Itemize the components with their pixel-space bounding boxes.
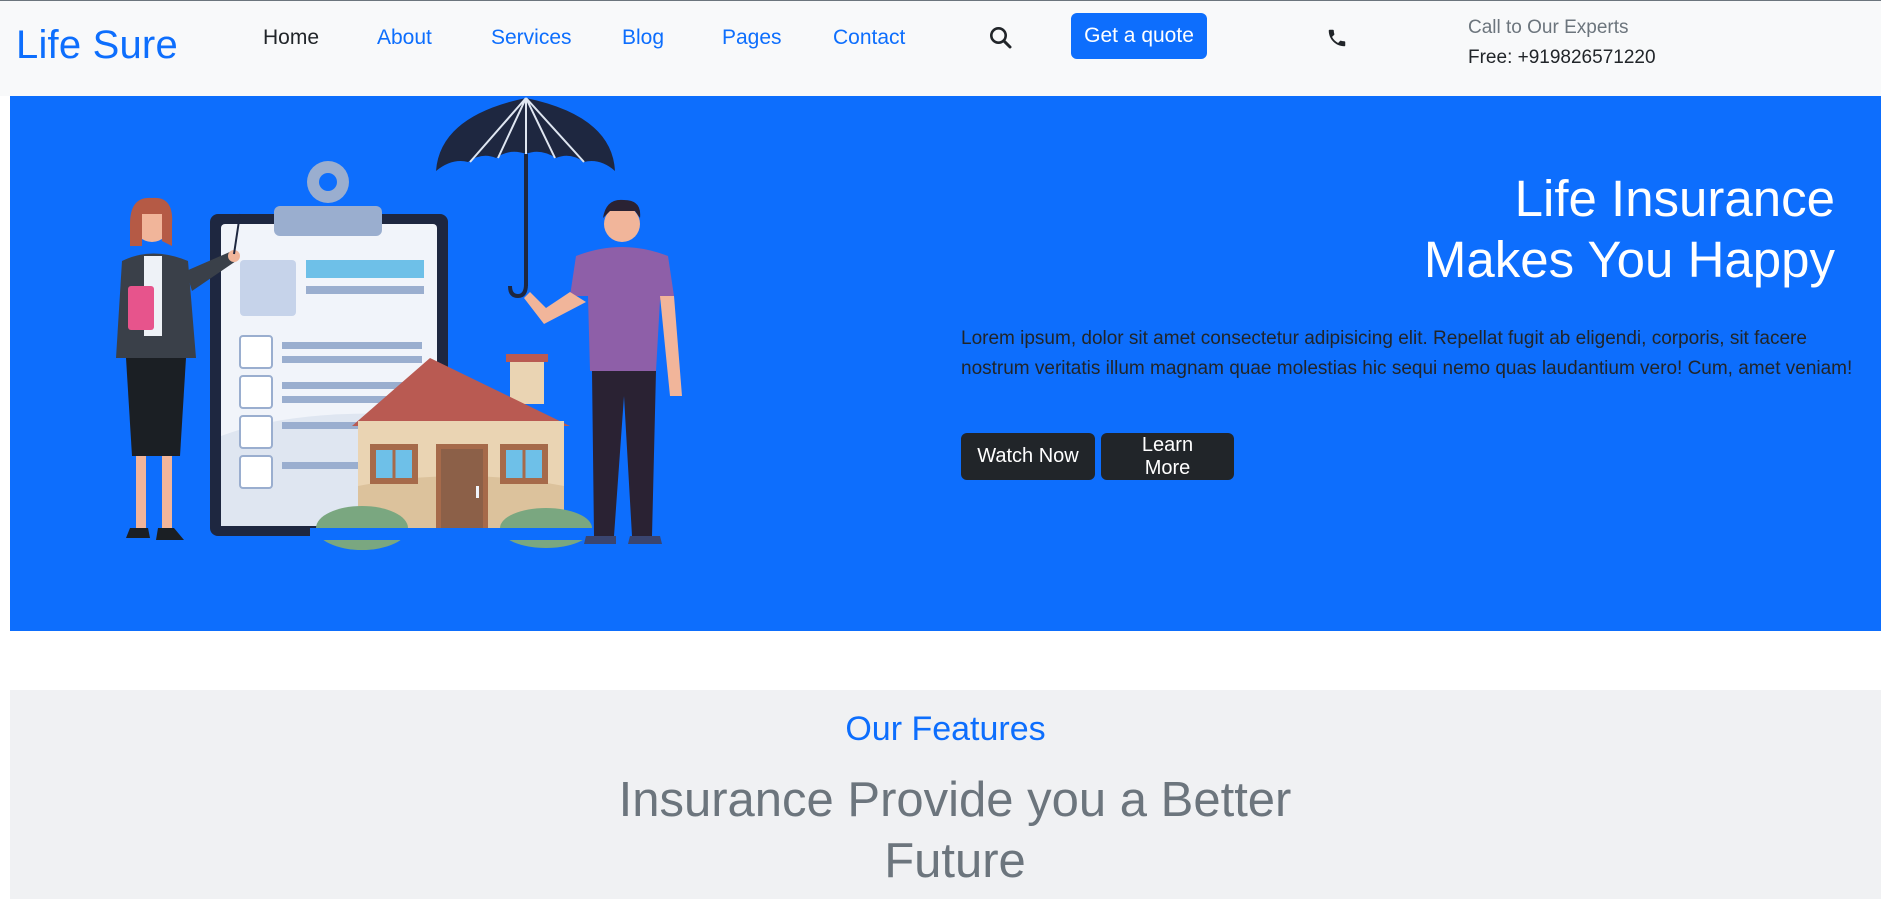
learn-more-button[interactable]: Learn More [1101, 433, 1234, 480]
navbar: Life Sure Home About Services Blog Pages… [0, 0, 1881, 96]
insurance-illustration [116, 97, 682, 550]
search-icon[interactable] [988, 25, 1014, 51]
nav-link-pages[interactable]: Pages [722, 26, 782, 50]
hero-title: Life Insurance Makes You Happy [1135, 168, 1835, 290]
features-title: Insurance Provide you a Better Future [580, 770, 1330, 892]
nav-link-contact[interactable]: Contact [833, 26, 905, 50]
brand-logo[interactable]: Life Sure [16, 23, 178, 68]
hero-title-line2: Makes You Happy [1423, 231, 1835, 288]
call-label: Call to Our Experts [1468, 17, 1629, 38]
hero-title-line1: Life Insurance [1514, 170, 1835, 227]
watch-now-button[interactable]: Watch Now [961, 433, 1095, 480]
hero-text: Lorem ipsum, dolor sit amet consectetur … [961, 328, 1853, 379]
features-subtitle: Our Features [845, 710, 1046, 748]
phone-icon [1326, 27, 1348, 49]
hero-section: Life Insurance Makes You Happy Lorem ips… [10, 96, 1881, 631]
nav-link-about[interactable]: About [377, 26, 432, 50]
features-section: Our Features Insurance Provide you a Bet… [10, 690, 1881, 899]
nav-link-home[interactable]: Home [263, 26, 319, 50]
nav-link-blog[interactable]: Blog [622, 26, 664, 50]
features-title-line2: Future [884, 834, 1026, 888]
features-title-line1: Insurance Provide you a Better [618, 773, 1292, 827]
call-number: Free: +919826571220 [1468, 47, 1656, 68]
nav-link-services[interactable]: Services [491, 26, 572, 50]
get-a-quote-button[interactable]: Get a quote [1071, 13, 1207, 59]
